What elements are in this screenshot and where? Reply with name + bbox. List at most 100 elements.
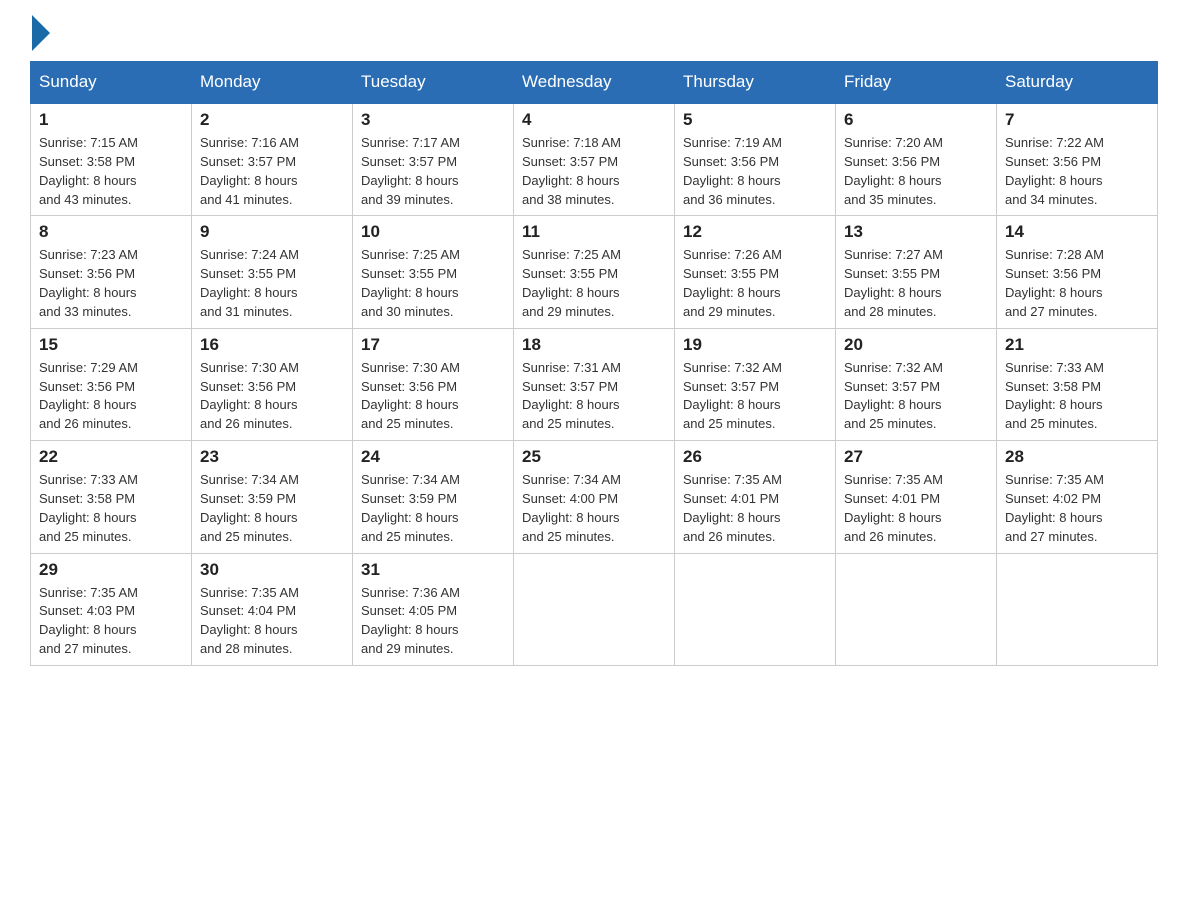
day-info: Sunrise: 7:29 AMSunset: 3:56 PMDaylight:… bbox=[39, 359, 183, 434]
weekday-header-wednesday: Wednesday bbox=[514, 62, 675, 104]
day-number: 27 bbox=[844, 447, 988, 467]
day-number: 26 bbox=[683, 447, 827, 467]
calendar-cell: 10 Sunrise: 7:25 AMSunset: 3:55 PMDaylig… bbox=[353, 216, 514, 328]
calendar-cell: 7 Sunrise: 7:22 AMSunset: 3:56 PMDayligh… bbox=[997, 103, 1158, 216]
calendar-week-row: 22 Sunrise: 7:33 AMSunset: 3:58 PMDaylig… bbox=[31, 441, 1158, 553]
calendar-cell: 11 Sunrise: 7:25 AMSunset: 3:55 PMDaylig… bbox=[514, 216, 675, 328]
calendar-cell: 28 Sunrise: 7:35 AMSunset: 4:02 PMDaylig… bbox=[997, 441, 1158, 553]
calendar-cell: 15 Sunrise: 7:29 AMSunset: 3:56 PMDaylig… bbox=[31, 328, 192, 440]
weekday-header-monday: Monday bbox=[192, 62, 353, 104]
day-info: Sunrise: 7:36 AMSunset: 4:05 PMDaylight:… bbox=[361, 584, 505, 659]
calendar-cell bbox=[514, 553, 675, 665]
calendar-week-row: 1 Sunrise: 7:15 AMSunset: 3:58 PMDayligh… bbox=[31, 103, 1158, 216]
day-number: 25 bbox=[522, 447, 666, 467]
calendar-cell: 9 Sunrise: 7:24 AMSunset: 3:55 PMDayligh… bbox=[192, 216, 353, 328]
day-number: 19 bbox=[683, 335, 827, 355]
day-info: Sunrise: 7:26 AMSunset: 3:55 PMDaylight:… bbox=[683, 246, 827, 321]
day-info: Sunrise: 7:24 AMSunset: 3:55 PMDaylight:… bbox=[200, 246, 344, 321]
calendar-cell: 16 Sunrise: 7:30 AMSunset: 3:56 PMDaylig… bbox=[192, 328, 353, 440]
day-number: 22 bbox=[39, 447, 183, 467]
calendar-cell: 27 Sunrise: 7:35 AMSunset: 4:01 PMDaylig… bbox=[836, 441, 997, 553]
calendar-cell: 1 Sunrise: 7:15 AMSunset: 3:58 PMDayligh… bbox=[31, 103, 192, 216]
calendar-table: SundayMondayTuesdayWednesdayThursdayFrid… bbox=[30, 61, 1158, 666]
day-info: Sunrise: 7:33 AMSunset: 3:58 PMDaylight:… bbox=[39, 471, 183, 546]
weekday-header-sunday: Sunday bbox=[31, 62, 192, 104]
day-number: 29 bbox=[39, 560, 183, 580]
day-info: Sunrise: 7:35 AMSunset: 4:01 PMDaylight:… bbox=[683, 471, 827, 546]
calendar-cell bbox=[997, 553, 1158, 665]
day-number: 15 bbox=[39, 335, 183, 355]
day-number: 5 bbox=[683, 110, 827, 130]
calendar-cell: 26 Sunrise: 7:35 AMSunset: 4:01 PMDaylig… bbox=[675, 441, 836, 553]
day-info: Sunrise: 7:31 AMSunset: 3:57 PMDaylight:… bbox=[522, 359, 666, 434]
calendar-cell: 31 Sunrise: 7:36 AMSunset: 4:05 PMDaylig… bbox=[353, 553, 514, 665]
weekday-header-saturday: Saturday bbox=[997, 62, 1158, 104]
day-number: 14 bbox=[1005, 222, 1149, 242]
day-info: Sunrise: 7:35 AMSunset: 4:01 PMDaylight:… bbox=[844, 471, 988, 546]
calendar-cell: 14 Sunrise: 7:28 AMSunset: 3:56 PMDaylig… bbox=[997, 216, 1158, 328]
day-info: Sunrise: 7:28 AMSunset: 3:56 PMDaylight:… bbox=[1005, 246, 1149, 321]
day-number: 2 bbox=[200, 110, 344, 130]
day-info: Sunrise: 7:34 AMSunset: 3:59 PMDaylight:… bbox=[200, 471, 344, 546]
logo-triangle-icon bbox=[32, 15, 50, 51]
calendar-cell bbox=[675, 553, 836, 665]
day-number: 12 bbox=[683, 222, 827, 242]
day-number: 7 bbox=[1005, 110, 1149, 130]
page-header bbox=[30, 20, 1158, 51]
day-info: Sunrise: 7:33 AMSunset: 3:58 PMDaylight:… bbox=[1005, 359, 1149, 434]
calendar-week-row: 15 Sunrise: 7:29 AMSunset: 3:56 PMDaylig… bbox=[31, 328, 1158, 440]
day-number: 24 bbox=[361, 447, 505, 467]
calendar-cell: 6 Sunrise: 7:20 AMSunset: 3:56 PMDayligh… bbox=[836, 103, 997, 216]
calendar-cell bbox=[836, 553, 997, 665]
logo bbox=[30, 20, 50, 51]
day-info: Sunrise: 7:19 AMSunset: 3:56 PMDaylight:… bbox=[683, 134, 827, 209]
day-info: Sunrise: 7:27 AMSunset: 3:55 PMDaylight:… bbox=[844, 246, 988, 321]
day-info: Sunrise: 7:35 AMSunset: 4:03 PMDaylight:… bbox=[39, 584, 183, 659]
calendar-cell: 23 Sunrise: 7:34 AMSunset: 3:59 PMDaylig… bbox=[192, 441, 353, 553]
day-number: 16 bbox=[200, 335, 344, 355]
calendar-cell: 24 Sunrise: 7:34 AMSunset: 3:59 PMDaylig… bbox=[353, 441, 514, 553]
weekday-header-tuesday: Tuesday bbox=[353, 62, 514, 104]
day-info: Sunrise: 7:32 AMSunset: 3:57 PMDaylight:… bbox=[683, 359, 827, 434]
calendar-cell: 21 Sunrise: 7:33 AMSunset: 3:58 PMDaylig… bbox=[997, 328, 1158, 440]
day-number: 1 bbox=[39, 110, 183, 130]
day-number: 6 bbox=[844, 110, 988, 130]
weekday-header-friday: Friday bbox=[836, 62, 997, 104]
day-number: 30 bbox=[200, 560, 344, 580]
day-number: 10 bbox=[361, 222, 505, 242]
day-number: 20 bbox=[844, 335, 988, 355]
day-info: Sunrise: 7:34 AMSunset: 3:59 PMDaylight:… bbox=[361, 471, 505, 546]
calendar-cell: 29 Sunrise: 7:35 AMSunset: 4:03 PMDaylig… bbox=[31, 553, 192, 665]
day-info: Sunrise: 7:35 AMSunset: 4:02 PMDaylight:… bbox=[1005, 471, 1149, 546]
calendar-cell: 20 Sunrise: 7:32 AMSunset: 3:57 PMDaylig… bbox=[836, 328, 997, 440]
day-number: 11 bbox=[522, 222, 666, 242]
day-info: Sunrise: 7:23 AMSunset: 3:56 PMDaylight:… bbox=[39, 246, 183, 321]
day-number: 13 bbox=[844, 222, 988, 242]
calendar-cell: 30 Sunrise: 7:35 AMSunset: 4:04 PMDaylig… bbox=[192, 553, 353, 665]
day-number: 4 bbox=[522, 110, 666, 130]
calendar-header: SundayMondayTuesdayWednesdayThursdayFrid… bbox=[31, 62, 1158, 104]
day-number: 21 bbox=[1005, 335, 1149, 355]
calendar-cell: 8 Sunrise: 7:23 AMSunset: 3:56 PMDayligh… bbox=[31, 216, 192, 328]
day-number: 28 bbox=[1005, 447, 1149, 467]
day-number: 23 bbox=[200, 447, 344, 467]
day-info: Sunrise: 7:25 AMSunset: 3:55 PMDaylight:… bbox=[522, 246, 666, 321]
day-info: Sunrise: 7:16 AMSunset: 3:57 PMDaylight:… bbox=[200, 134, 344, 209]
calendar-cell: 3 Sunrise: 7:17 AMSunset: 3:57 PMDayligh… bbox=[353, 103, 514, 216]
calendar-body: 1 Sunrise: 7:15 AMSunset: 3:58 PMDayligh… bbox=[31, 103, 1158, 665]
day-info: Sunrise: 7:17 AMSunset: 3:57 PMDaylight:… bbox=[361, 134, 505, 209]
calendar-cell: 25 Sunrise: 7:34 AMSunset: 4:00 PMDaylig… bbox=[514, 441, 675, 553]
day-number: 3 bbox=[361, 110, 505, 130]
day-info: Sunrise: 7:22 AMSunset: 3:56 PMDaylight:… bbox=[1005, 134, 1149, 209]
calendar-cell: 2 Sunrise: 7:16 AMSunset: 3:57 PMDayligh… bbox=[192, 103, 353, 216]
calendar-cell: 12 Sunrise: 7:26 AMSunset: 3:55 PMDaylig… bbox=[675, 216, 836, 328]
calendar-week-row: 29 Sunrise: 7:35 AMSunset: 4:03 PMDaylig… bbox=[31, 553, 1158, 665]
calendar-cell: 17 Sunrise: 7:30 AMSunset: 3:56 PMDaylig… bbox=[353, 328, 514, 440]
weekday-header-thursday: Thursday bbox=[675, 62, 836, 104]
weekday-header-row: SundayMondayTuesdayWednesdayThursdayFrid… bbox=[31, 62, 1158, 104]
day-number: 17 bbox=[361, 335, 505, 355]
day-info: Sunrise: 7:32 AMSunset: 3:57 PMDaylight:… bbox=[844, 359, 988, 434]
calendar-cell: 4 Sunrise: 7:18 AMSunset: 3:57 PMDayligh… bbox=[514, 103, 675, 216]
calendar-cell: 22 Sunrise: 7:33 AMSunset: 3:58 PMDaylig… bbox=[31, 441, 192, 553]
calendar-cell: 5 Sunrise: 7:19 AMSunset: 3:56 PMDayligh… bbox=[675, 103, 836, 216]
